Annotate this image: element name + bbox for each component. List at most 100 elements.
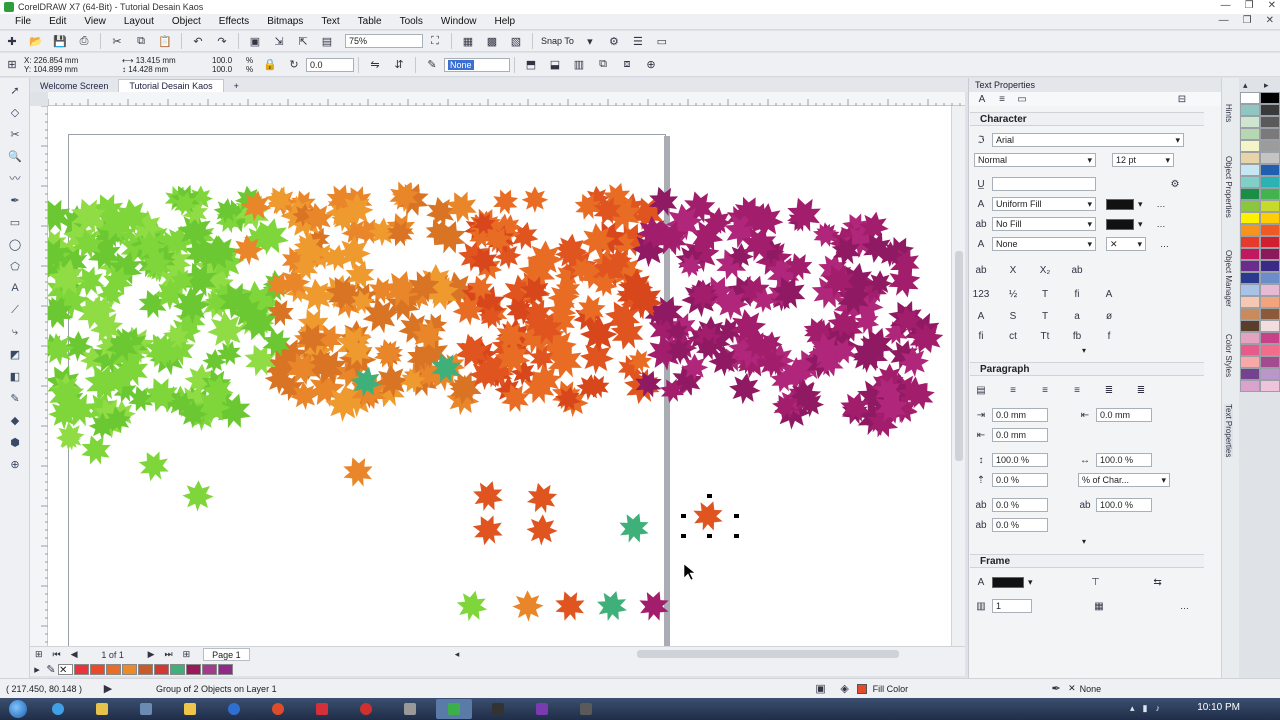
chevron-down-icon[interactable]: ▾: [582, 33, 598, 49]
palette-swatch[interactable]: [1240, 164, 1260, 176]
strikethrough-icon[interactable]: X: [1006, 263, 1020, 277]
ungroup-icon[interactable]: ⧈: [619, 57, 635, 73]
discretionary-lig-icon[interactable]: ﬁ: [974, 329, 988, 343]
eyedropper-palette-icon[interactable]: ✎: [46, 661, 56, 677]
palette-swatch[interactable]: [1260, 332, 1280, 344]
taskbar-app9-icon[interactable]: [392, 699, 428, 719]
doc-close-icon[interactable]: ✕: [1266, 15, 1274, 26]
numerals-icon[interactable]: 123: [973, 287, 990, 301]
zoom-level-combo[interactable]: 75%: [345, 34, 423, 48]
document-swatch[interactable]: [186, 663, 201, 675]
taskbar-clock[interactable]: 10:10 PM: [1197, 702, 1240, 713]
right-indent-field[interactable]: 0.0 mm: [1096, 408, 1152, 422]
palette-swatch[interactable]: [1260, 188, 1280, 200]
doc-restore-icon[interactable]: ❐: [1243, 15, 1252, 26]
document-swatch[interactable]: [74, 663, 89, 675]
palette-swatch[interactable]: [1260, 164, 1280, 176]
palette-swatch[interactable]: [1260, 368, 1280, 380]
redo-icon[interactable]: ↷: [214, 33, 230, 49]
palette-swatch[interactable]: [1240, 224, 1260, 236]
shape-tool-icon[interactable]: ◇: [5, 102, 25, 122]
group-icon[interactable]: ⧉: [595, 57, 611, 73]
vertical-scroll-thumb[interactable]: [955, 251, 963, 461]
fill-type-combo[interactable]: Uniform Fill ▾: [992, 197, 1096, 211]
artistic-media-icon[interactable]: ✒: [5, 190, 25, 210]
outline-pen-icon[interactable]: ✎: [424, 57, 440, 73]
tab-text-properties[interactable]: Text Properties: [1224, 404, 1233, 458]
taskbar-app11-icon[interactable]: [480, 699, 516, 719]
palette-swatch[interactable]: [1240, 344, 1260, 356]
taskbar-app3-icon[interactable]: [128, 699, 164, 719]
vertical-scrollbar[interactable]: [951, 106, 965, 646]
maple-leaf[interactable]: [592, 586, 632, 626]
taskbar-app8-icon[interactable]: [348, 699, 384, 719]
maple-leaf[interactable]: [522, 478, 562, 518]
transparency-icon[interactable]: ◧: [5, 366, 25, 386]
after-paragraph-field[interactable]: 0.0 %: [992, 498, 1048, 512]
align-center-icon[interactable]: ≡: [1038, 383, 1052, 397]
tray-volume-icon[interactable]: ♪: [1156, 703, 1161, 714]
search-content-icon[interactable]: ▣: [247, 33, 263, 49]
object-origin-icon[interactable]: ⊞: [4, 57, 20, 73]
palette-swatch[interactable]: [1240, 296, 1260, 308]
to-front-icon[interactable]: ⬒: [523, 57, 539, 73]
full-screen-icon[interactable]: ⛶: [427, 33, 443, 49]
menu-text[interactable]: Text: [312, 16, 348, 27]
paste-icon[interactable]: 📋: [157, 33, 173, 49]
menu-tools[interactable]: Tools: [391, 16, 432, 27]
background-fill-combo[interactable]: No Fill ▾: [992, 217, 1096, 231]
maple-leaf[interactable]: [132, 444, 176, 488]
line-spacing-field[interactable]: 100.0 %: [992, 453, 1048, 467]
vertical-ruler[interactable]: [30, 106, 48, 646]
kerning-icon[interactable]: Tt: [1038, 329, 1052, 343]
document-swatch[interactable]: [122, 663, 137, 675]
palette-expand-icon[interactable]: ▸: [1264, 80, 1269, 91]
outline-settings-icon[interactable]: …: [1160, 239, 1169, 249]
language-spacing-field[interactable]: 0.0 %: [992, 518, 1048, 532]
maple-leaf[interactable]: [76, 430, 116, 470]
frame-tab-icon[interactable]: ▭: [1015, 92, 1029, 106]
palette-swatch[interactable]: [1240, 104, 1260, 116]
palette-swatch[interactable]: [1240, 368, 1260, 380]
outline-width-combo-docker[interactable]: None ▾: [992, 237, 1096, 251]
palette-swatch[interactable]: [1260, 344, 1280, 356]
tray-arrow-icon[interactable]: ▴: [1130, 703, 1135, 714]
palette-swatch[interactable]: [1260, 128, 1280, 140]
align-right-icon[interactable]: ≡: [1070, 383, 1084, 397]
bg-settings-icon[interactable]: …: [1157, 219, 1166, 229]
next-page-icon[interactable]: ▶: [143, 649, 160, 660]
save-icon[interactable]: 💾: [52, 33, 68, 49]
maple-leaf[interactable]: [453, 587, 491, 625]
paragraph-expand-icon[interactable]: ▾: [1082, 537, 1086, 546]
polygon-tool-icon[interactable]: ⬠: [5, 256, 25, 276]
paragraph-header[interactable]: Paragraph: [970, 362, 1204, 376]
taskbar-explorer-icon[interactable]: [84, 699, 120, 719]
menu-table[interactable]: Table: [349, 16, 391, 27]
frame-more-icon[interactable]: …: [1180, 601, 1189, 611]
palette-swatch[interactable]: [1260, 236, 1280, 248]
char-spacing-field[interactable]: 100.0 %: [1096, 453, 1152, 467]
start-button[interactable]: [0, 698, 36, 720]
maple-leaf[interactable]: [614, 508, 654, 548]
fill-icon[interactable]: ◈: [837, 681, 853, 697]
page-1-tab[interactable]: Page 1: [203, 648, 250, 661]
background-color-picker[interactable]: [1106, 218, 1134, 230]
maple-leaf[interactable]: [466, 508, 510, 552]
outline-width-combo[interactable]: None: [444, 57, 510, 72]
document-swatch[interactable]: [170, 663, 185, 675]
pick-tool-icon[interactable]: ➚: [5, 80, 25, 100]
palette-swatch[interactable]: [1240, 92, 1260, 104]
scale-width-field[interactable]: 100.0: [212, 56, 246, 65]
frame-direction-icon[interactable]: ⇆: [1151, 575, 1165, 589]
new-icon[interactable]: ✚: [4, 33, 20, 49]
parallel-dimension-icon[interactable]: ⟋: [5, 300, 25, 320]
frame-header[interactable]: Frame: [970, 554, 1204, 568]
justify-icon[interactable]: ≣: [1102, 383, 1116, 397]
view-options-icon[interactable]: ⊟: [1175, 92, 1189, 106]
tab-hints[interactable]: Hints: [1224, 104, 1233, 122]
palette-swatch[interactable]: [1240, 236, 1260, 248]
y-position-field[interactable]: Y: 104.899 mm: [24, 65, 116, 74]
color-proof-icon[interactable]: ▣: [813, 681, 829, 697]
show-guidelines-icon[interactable]: ▧: [508, 33, 524, 49]
fill-color-picker[interactable]: [1106, 198, 1134, 210]
